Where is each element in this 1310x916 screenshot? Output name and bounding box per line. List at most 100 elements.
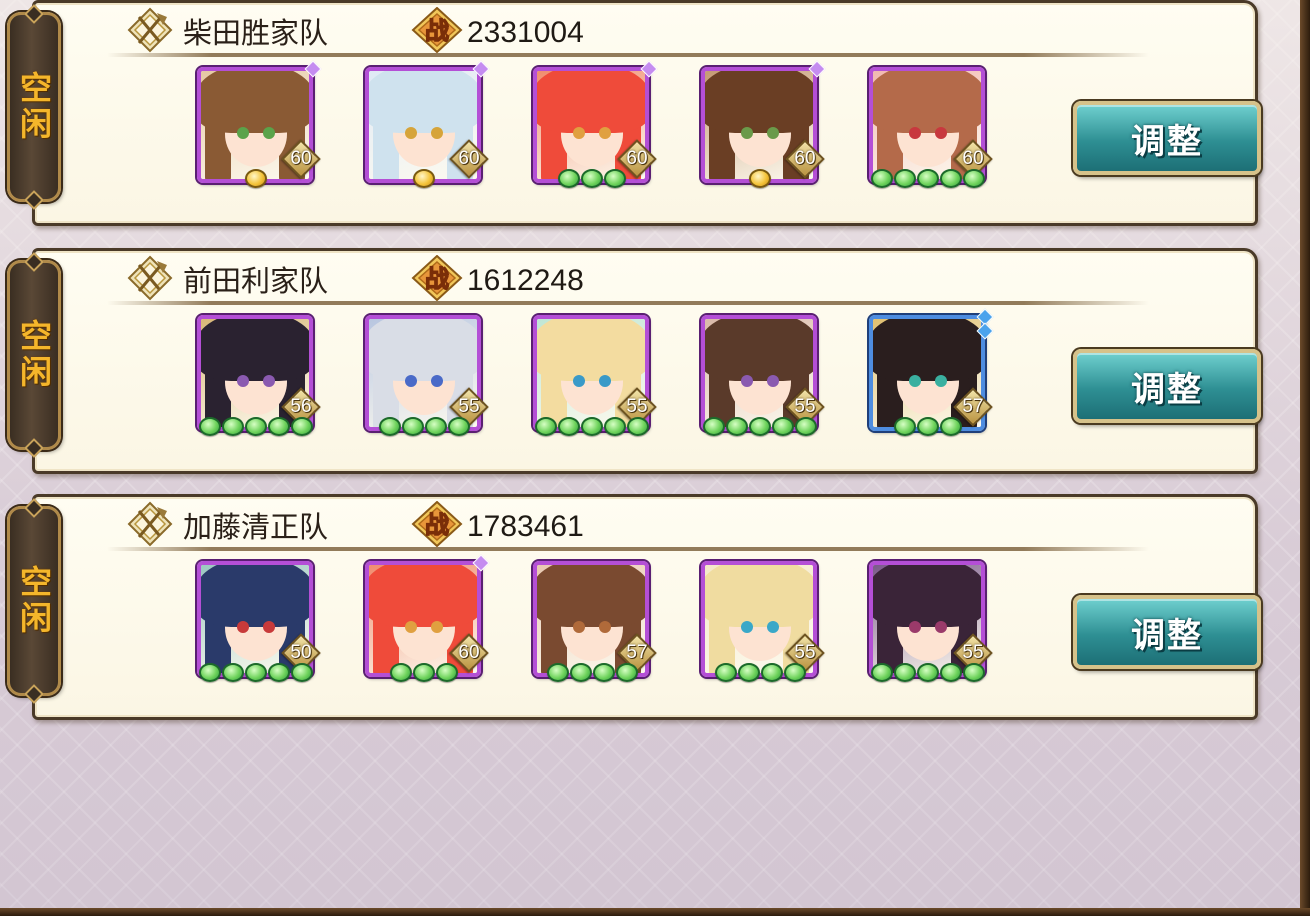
team-row-2: 前田利家队 战 1612248 56 55 55 55 57 调整 空闲 <box>0 248 1262 486</box>
awakening-gems <box>701 169 819 189</box>
character-eye <box>263 375 275 387</box>
green-magatama-icon <box>378 417 401 436</box>
character-eye <box>263 621 275 633</box>
character-eye <box>741 127 753 139</box>
character-hair <box>201 319 309 381</box>
character-portrait[interactable]: 55 <box>701 315 825 436</box>
character-portrait[interactable]: 55 <box>869 561 993 682</box>
status-text: 空闲 <box>15 71 53 143</box>
team-row-3: 加藤清正队 战 1783461 50 60 57 55 55 调整 空闲 <box>0 494 1262 732</box>
green-magatama-icon <box>917 169 939 188</box>
battle-power-glyph: 战 <box>425 511 449 539</box>
character-eye <box>573 621 585 633</box>
green-magatama-icon <box>581 169 603 188</box>
status-text: 空闲 <box>15 319 53 391</box>
character-hair <box>369 565 477 627</box>
character-portrait[interactable]: 60 <box>701 60 826 188</box>
green-magatama-icon <box>894 663 916 682</box>
character-eye <box>573 127 585 139</box>
character-portrait[interactable]: 60 <box>869 67 993 188</box>
green-magatama-icon <box>963 663 985 682</box>
character-eye <box>935 375 947 387</box>
character-eye <box>767 127 779 139</box>
character-hair <box>369 71 477 133</box>
green-magatama-icon <box>436 663 458 682</box>
green-magatama-icon <box>401 417 424 436</box>
green-magatama-icon <box>871 169 893 188</box>
character-portrait[interactable]: 60 <box>197 60 322 188</box>
character-portrait[interactable]: 57 <box>533 561 657 682</box>
gold-magatama-icon <box>245 169 267 188</box>
awakening-gems <box>533 169 651 189</box>
character-hair <box>369 319 477 381</box>
character-portrait[interactable]: 60 <box>365 60 490 188</box>
character-hair <box>201 565 309 627</box>
green-magatama-icon <box>714 663 737 682</box>
header-divider <box>107 547 1149 551</box>
awakening-gems <box>365 169 483 189</box>
awakening-gems <box>197 417 315 437</box>
crossed-axe-emblem-icon <box>127 7 173 53</box>
green-magatama-icon <box>703 417 725 436</box>
battle-power-value: 1612248 <box>467 264 584 297</box>
awakening-gems <box>533 417 651 437</box>
character-eye <box>909 621 921 633</box>
character-portrait[interactable]: 60 <box>365 554 490 682</box>
green-magatama-icon <box>940 417 962 436</box>
character-eye <box>237 621 249 633</box>
green-magatama-icon <box>783 663 806 682</box>
character-hair <box>873 319 981 381</box>
team-panel: 前田利家队 战 1612248 56 55 55 55 57 调整 <box>32 248 1261 474</box>
character-portrait[interactable]: 55 <box>365 315 489 436</box>
green-magatama-icon <box>569 663 592 682</box>
character-hair <box>537 319 645 381</box>
green-magatama-icon <box>940 663 962 682</box>
character-portrait[interactable]: 60 <box>533 60 658 188</box>
character-portrait[interactable]: 55 <box>533 315 657 436</box>
battle-power-value: 2331004 <box>467 16 584 49</box>
battle-power-icon: 战 <box>411 501 463 547</box>
character-eye <box>599 375 611 387</box>
header-divider <box>107 53 1149 57</box>
character-hair <box>201 71 309 133</box>
character-eye <box>431 621 443 633</box>
green-magatama-icon <box>772 417 794 436</box>
green-magatama-icon <box>291 417 313 436</box>
green-magatama-icon <box>760 663 783 682</box>
character-eye <box>935 621 947 633</box>
gold-magatama-icon <box>749 169 771 188</box>
adjust-button-label: 调整 <box>1131 615 1203 656</box>
character-portrait[interactable]: 56 <box>197 315 321 436</box>
character-portrait[interactable]: 50 <box>197 561 321 682</box>
adjust-team-button[interactable]: 调整 <box>1073 595 1261 669</box>
battle-power-icon: 战 <box>411 255 463 301</box>
adjust-team-button[interactable]: 调整 <box>1073 349 1261 423</box>
green-magatama-icon <box>615 663 638 682</box>
character-eye <box>237 127 249 139</box>
screen-frame-right <box>1300 0 1310 916</box>
character-eye <box>741 375 753 387</box>
crossed-axe-emblem-icon <box>127 501 173 547</box>
character-hair <box>873 71 981 133</box>
character-portrait[interactable]: 57 <box>869 308 994 436</box>
awakening-gems <box>701 663 819 683</box>
character-hair <box>537 565 645 627</box>
character-hair <box>873 565 981 627</box>
awakening-gems <box>365 417 483 437</box>
green-magatama-icon <box>413 663 435 682</box>
green-magatama-icon <box>917 417 939 436</box>
battle-power-value: 1783461 <box>467 510 584 543</box>
green-magatama-icon <box>199 417 221 436</box>
green-magatama-icon <box>558 169 580 188</box>
character-eye <box>741 621 753 633</box>
battle-power-glyph: 战 <box>425 17 449 45</box>
character-eye <box>431 127 443 139</box>
adjust-team-button[interactable]: 调整 <box>1073 101 1261 175</box>
character-eye <box>909 375 921 387</box>
team-row-1: 柴田胜家队 战 2331004 60 60 60 60 60 调整 空闲 <box>0 0 1262 238</box>
character-portrait[interactable]: 55 <box>701 561 825 682</box>
awakening-gems <box>869 663 987 683</box>
status-tag: 空闲 <box>7 498 61 704</box>
green-magatama-icon <box>963 169 985 188</box>
battle-power-icon: 战 <box>411 7 463 53</box>
